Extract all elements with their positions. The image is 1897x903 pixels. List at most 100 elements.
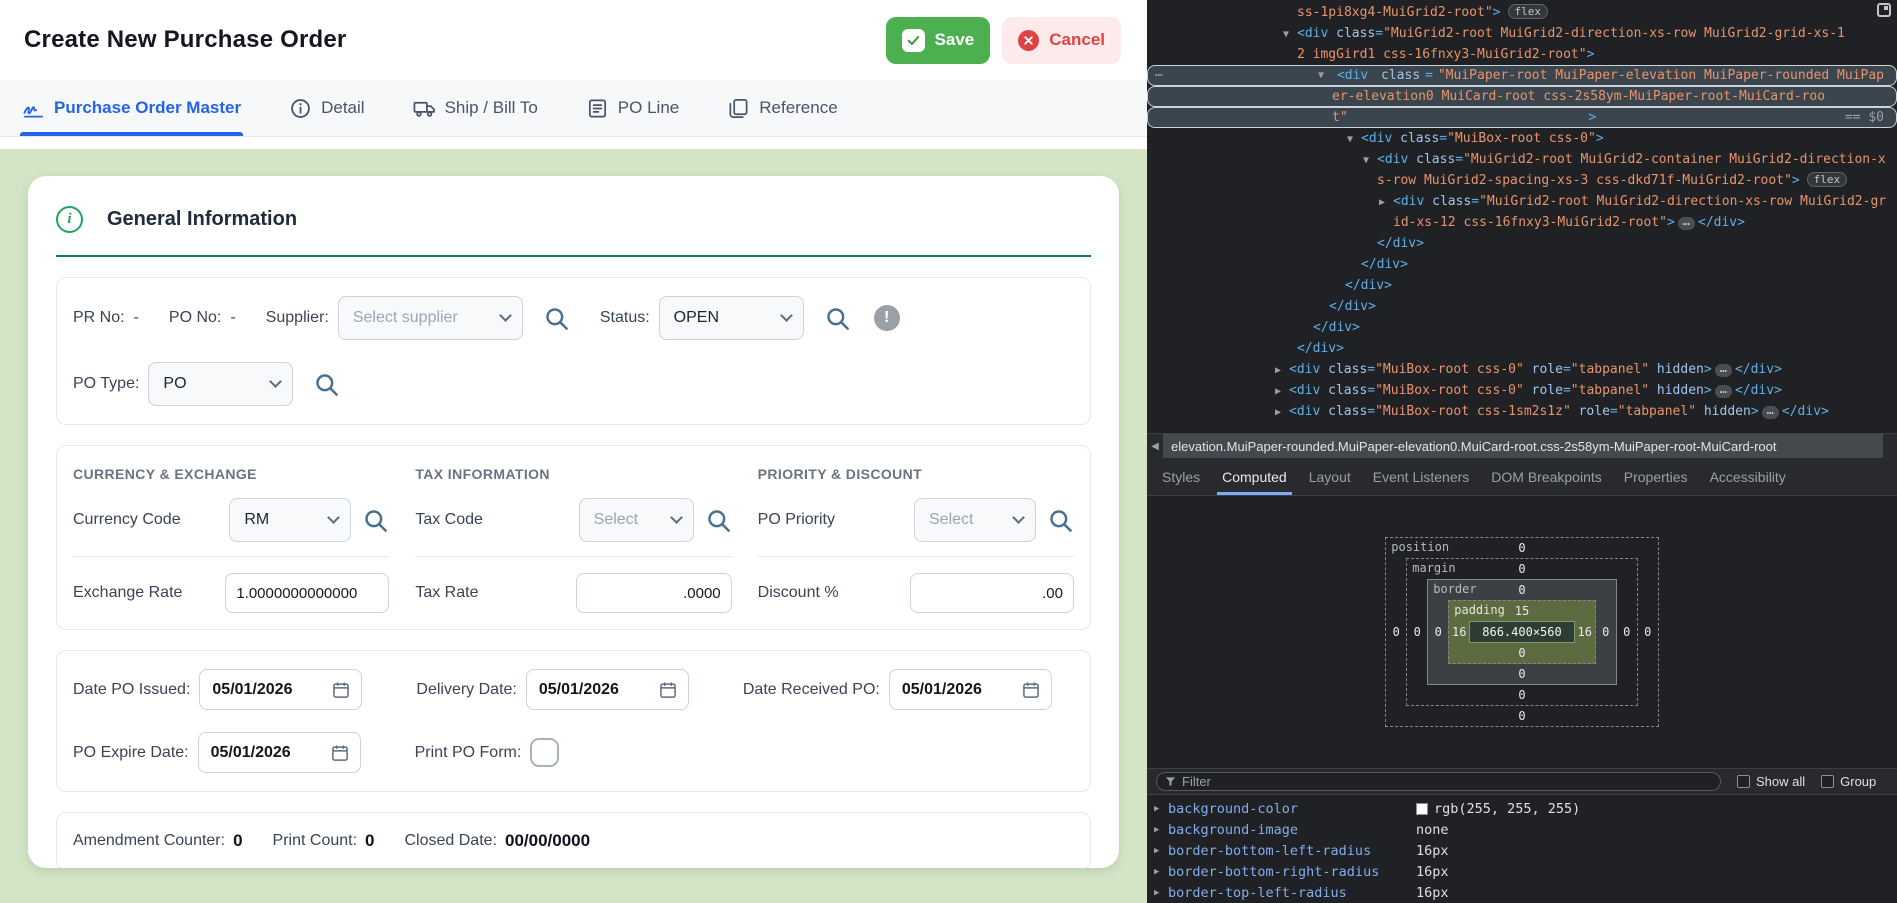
discount-label: Discount % xyxy=(758,584,910,602)
discount-input[interactable]: .00 xyxy=(910,573,1074,613)
group-checkbox[interactable]: Group xyxy=(1821,774,1876,789)
dom-tree-line[interactable]: ss-1pi8xg4-MuiGrid2-root">flex xyxy=(1147,2,1897,23)
box-model-padding[interactable]: padding 15 16 866.400×560 16 0 xyxy=(1448,600,1595,664)
tab-label: Ship / Bill To xyxy=(445,98,538,118)
warning-icon[interactable]: ! xyxy=(874,305,900,331)
dom-tree-line[interactable]: ▶<div class="MuiGrid2-root MuiGrid2-dire… xyxy=(1147,191,1897,212)
supplier-group: Supplier: Select supplier xyxy=(266,296,570,340)
dom-tree-line[interactable]: </div> xyxy=(1147,317,1897,338)
dom-tree-line[interactable]: s-row MuiGrid2-spacing-xs-3 css-dkd71f-M… xyxy=(1147,170,1897,191)
color-swatch[interactable] xyxy=(1416,803,1428,815)
print-po-form-checkbox[interactable] xyxy=(530,738,559,767)
search-icon[interactable] xyxy=(313,371,340,398)
breadcrumb-scroll-left-icon[interactable]: ◀ xyxy=(1147,441,1163,452)
dom-tree-line[interactable]: </div> xyxy=(1147,233,1897,254)
expand-closed-icon[interactable]: ▶ xyxy=(1154,846,1168,856)
show-all-checkbox[interactable]: Show all xyxy=(1737,774,1805,789)
tab-po-line[interactable]: PO Line xyxy=(584,80,681,136)
search-icon[interactable] xyxy=(1047,507,1074,534)
property-value: rgb(255, 255, 255) xyxy=(1416,801,1580,817)
dom-tree-line[interactable]: ⋯▼<div class="MuiPaper-root MuiPaper-ele… xyxy=(1147,65,1897,86)
box-model-border[interactable]: border 0 0 padding 15 16 xyxy=(1427,579,1616,685)
devtools-tab-layout[interactable]: Layout xyxy=(1298,458,1362,495)
expand-closed-icon[interactable]: ▶ xyxy=(1154,825,1168,835)
property-value: none xyxy=(1416,822,1449,838)
po-expire-date-input[interactable]: 05/01/2026 xyxy=(198,732,361,773)
print-count-label: Print Count: xyxy=(273,832,357,850)
dom-tree-line[interactable]: t"> == $0 xyxy=(1147,107,1897,128)
calendar-icon[interactable] xyxy=(658,680,678,700)
general-information-card: i General Information PR No: - PO No: - xyxy=(28,176,1119,868)
computed-property-row[interactable]: ▶border-bottom-left-radius16px xyxy=(1147,840,1897,861)
po-priority-row: PO Priority Select xyxy=(758,498,1074,557)
search-icon[interactable] xyxy=(824,305,851,332)
devtools-tab-accessibility[interactable]: Accessibility xyxy=(1699,458,1797,495)
dom-tree-line[interactable]: ▶<div class="MuiBox-root css-0" role="ta… xyxy=(1147,359,1897,380)
calendar-icon[interactable] xyxy=(330,743,350,763)
po-type-select[interactable]: PO xyxy=(148,362,293,406)
breadcrumb[interactable]: elevation.MuiPaper-rounded.MuiPaper-elev… xyxy=(1163,434,1883,459)
box-model-margin[interactable]: margin 0 0 border 0 0 xyxy=(1406,558,1637,706)
dom-tree-line[interactable]: ▶<div class="MuiBox-root css-1sm2s1z" ro… xyxy=(1147,401,1897,422)
tab-ship-bill-to[interactable]: Ship / Bill To xyxy=(411,80,540,136)
save-button[interactable]: Save xyxy=(886,17,991,64)
expand-closed-icon[interactable]: ▶ xyxy=(1154,888,1168,898)
expand-closed-icon[interactable]: ▶ xyxy=(1154,804,1168,814)
search-icon[interactable] xyxy=(705,507,732,534)
filter-placeholder: Filter xyxy=(1182,774,1211,789)
tab-reference[interactable]: Reference xyxy=(725,80,839,136)
amendment-counter-value: 0 xyxy=(233,831,242,851)
dom-tree-line[interactable]: ▶<div class="MuiBox-root css-0" role="ta… xyxy=(1147,380,1897,401)
devtools-tab-styles[interactable]: Styles xyxy=(1151,458,1211,495)
dom-tree-line[interactable]: ▼<div class="MuiGrid2-root MuiGrid2-cont… xyxy=(1147,149,1897,170)
date-po-issued-input[interactable]: 05/01/2026 xyxy=(199,669,362,710)
computed-property-row[interactable]: ▶border-top-left-radius16px xyxy=(1147,882,1897,903)
currency-code-select[interactable]: RM xyxy=(229,498,351,542)
screen: Create New Purchase Order Save Cancel Pu… xyxy=(0,0,1897,903)
devtools-tab-dom-breakpoints[interactable]: DOM Breakpoints xyxy=(1480,458,1612,495)
box-model-position[interactable]: position 0 0 margin 0 0 border 0 xyxy=(1385,537,1658,727)
dom-tree-line[interactable]: </div> xyxy=(1147,338,1897,359)
exchange-rate-input[interactable]: 1.0000000000000 xyxy=(225,573,389,613)
tab-detail[interactable]: Detail xyxy=(287,80,366,136)
expand-closed-icon: ▶ xyxy=(1275,381,1289,402)
dom-tree-line[interactable]: 2 imgGird1 css-16fnxy3-MuiGrid2-root"> xyxy=(1147,44,1897,65)
calendar-icon[interactable] xyxy=(331,680,351,700)
devtools-tab-event-listeners[interactable]: Event Listeners xyxy=(1362,458,1481,495)
devtools-tab-properties[interactable]: Properties xyxy=(1613,458,1699,495)
dom-tree-line[interactable]: </div> xyxy=(1147,296,1897,317)
dom-tree-line[interactable]: </div> xyxy=(1147,254,1897,275)
computed-property-row[interactable]: ▶background-imagenone xyxy=(1147,819,1897,840)
computed-property-row[interactable]: ▶background-colorrgb(255, 255, 255) xyxy=(1147,798,1897,819)
dom-tree-line[interactable]: </div> xyxy=(1147,275,1897,296)
status-select[interactable]: OPEN xyxy=(659,296,804,340)
dom-tree-line[interactable]: ▼<div class="MuiBox-root css-0"> xyxy=(1147,128,1897,149)
calendar-icon[interactable] xyxy=(1021,680,1041,700)
margin-right-value: 0 xyxy=(1617,625,1637,639)
cancel-button[interactable]: Cancel xyxy=(1002,17,1121,64)
search-icon[interactable] xyxy=(543,305,570,332)
tax-rate-input[interactable]: .0000 xyxy=(576,573,732,613)
tab-purchase-order-master[interactable]: Purchase Order Master xyxy=(20,80,243,136)
position-right-value: 0 xyxy=(1638,625,1658,639)
search-icon[interactable] xyxy=(362,507,389,534)
devtools-panel: ss-1pi8xg4-MuiGrid2-root">flex▼<div clas… xyxy=(1147,0,1897,903)
date-received-input[interactable]: 05/01/2026 xyxy=(889,669,1052,710)
dom-tree-line[interactable]: id-xs-12 css-16fnxy3-MuiGrid2-root">…</d… xyxy=(1147,212,1897,233)
devtools-tab-computed[interactable]: Computed xyxy=(1211,458,1298,495)
dom-tree: ss-1pi8xg4-MuiGrid2-root">flex▼<div clas… xyxy=(1147,0,1897,433)
supplier-select[interactable]: Select supplier xyxy=(338,296,523,340)
funnel-icon xyxy=(1165,776,1176,787)
delivery-date-input[interactable]: 05/01/2026 xyxy=(526,669,689,710)
filter-input[interactable]: Filter xyxy=(1156,772,1721,791)
box-model-content[interactable]: 866.400×560 xyxy=(1469,621,1574,643)
tax-code-select[interactable]: Select xyxy=(579,498,694,542)
box-model-area: position 0 0 margin 0 0 border 0 xyxy=(1147,496,1897,768)
po-priority-select[interactable]: Select xyxy=(914,498,1036,542)
computed-property-row[interactable]: ▶border-bottom-right-radius16px xyxy=(1147,861,1897,882)
expand-closed-icon[interactable]: ▶ xyxy=(1154,867,1168,877)
dom-tree-line[interactable]: er-elevation0 MuiCard-root css-2s58ym-Mu… xyxy=(1147,86,1897,107)
date-received-value: 05/01/2026 xyxy=(902,681,982,699)
line-gutter-icon: ⋯ xyxy=(1155,65,1163,86)
dom-tree-line[interactable]: ▼<div class="MuiGrid2-root MuiGrid2-dire… xyxy=(1147,23,1897,44)
